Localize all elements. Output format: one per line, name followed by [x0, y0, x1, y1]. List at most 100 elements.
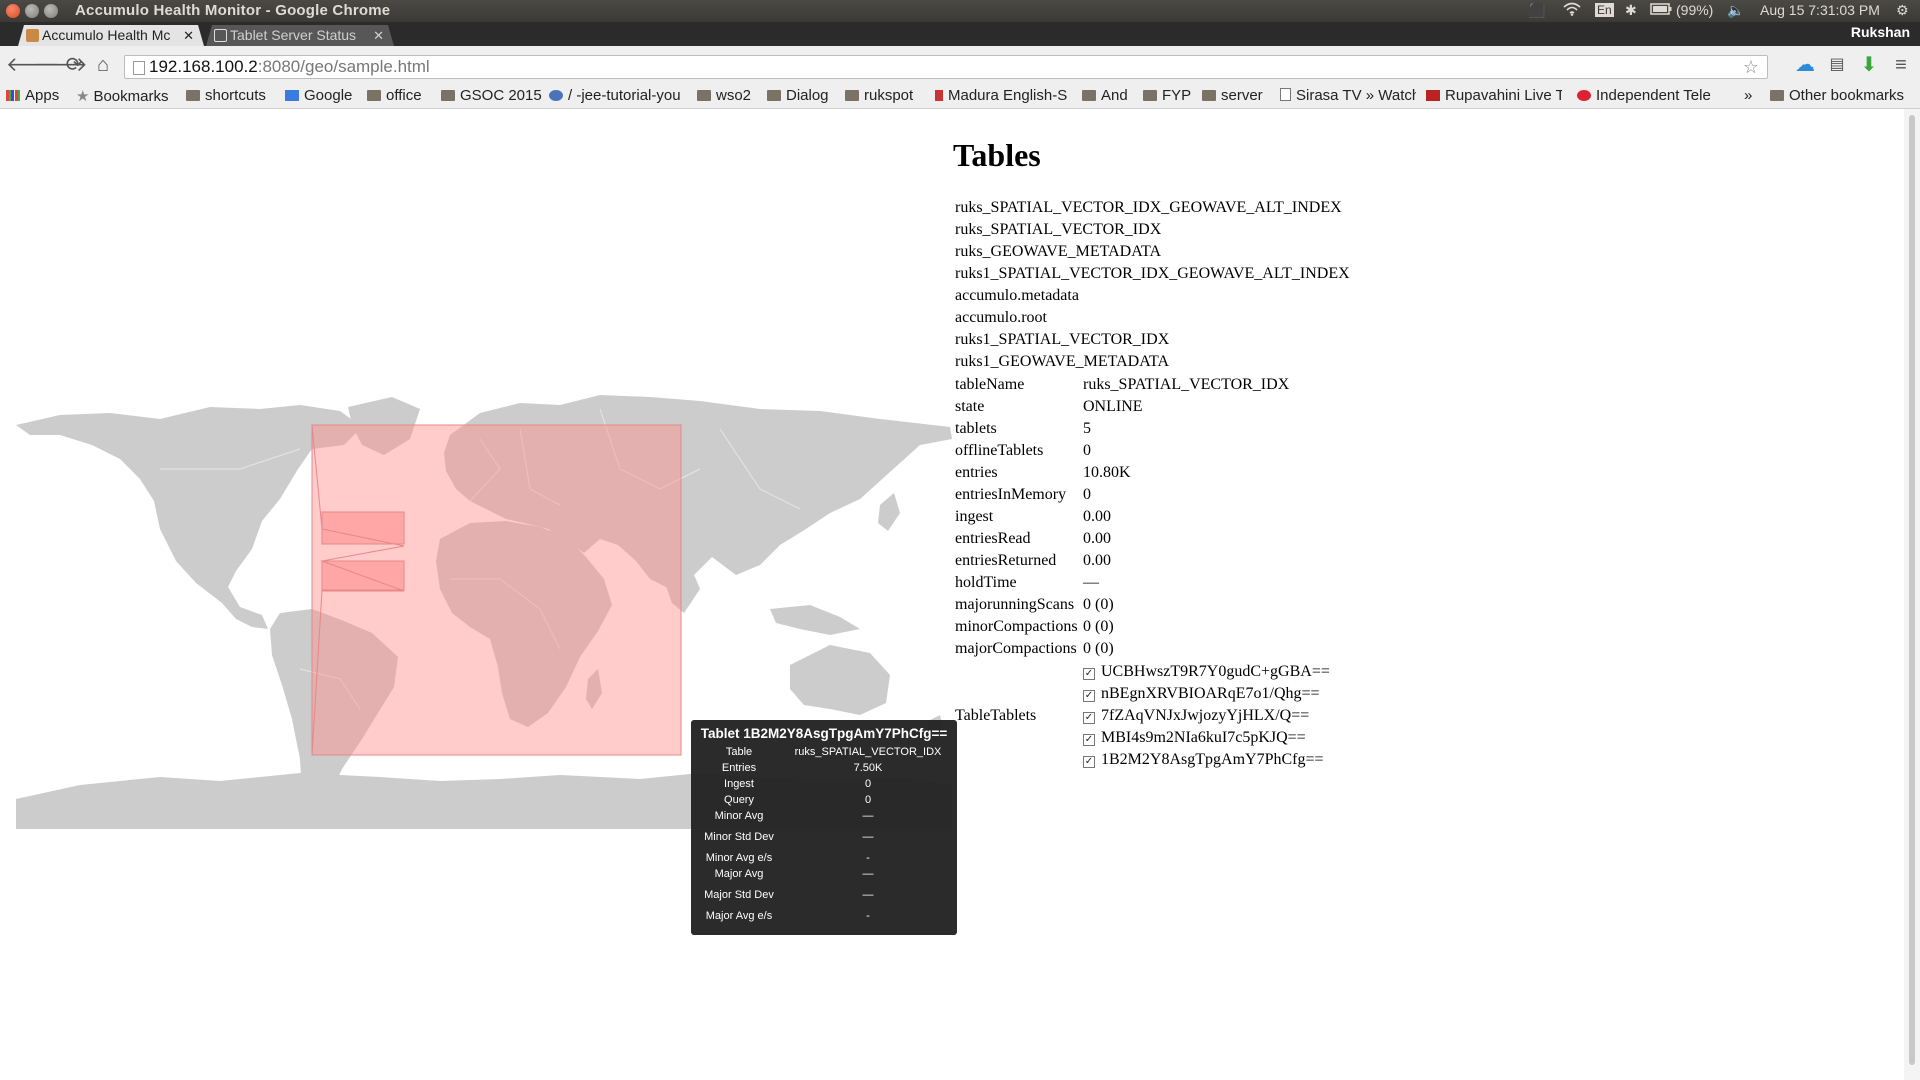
bookmark-star-icon[interactable]: ☆	[1743, 56, 1759, 78]
tablet-checkbox[interactable]: ✓	[1083, 712, 1095, 724]
folder-icon	[367, 90, 381, 101]
detail-row: ingest 0.00	[953, 506, 1332, 528]
detail-row: majorunningScans 0 (0)	[953, 594, 1332, 616]
bookmark-folder-shortcuts[interactable]: shortcuts	[186, 87, 266, 104]
apps-grid-icon	[6, 90, 20, 101]
bookmark-google[interactable]: Google	[285, 87, 352, 104]
folder-icon	[1143, 90, 1157, 101]
tablet-checkbox-item[interactable]: ✓ nBEgnXRVBIOARqE7o1/Qhg==	[1083, 683, 1330, 705]
keyboard-layout-indicator[interactable]: En	[1595, 3, 1614, 17]
bookmark-folder-rukspot[interactable]: rukspot	[845, 87, 913, 104]
battery-tray-icon[interactable]	[1650, 2, 1672, 18]
bookmarks-bar: Apps ★ Bookmarks shortcuts Google office …	[0, 84, 1920, 109]
bookmark-jee-tutorial[interactable]: / -jee-tutorial-you	[549, 87, 683, 104]
table-list-item[interactable]: ruks1_GEOWAVE_METADATA	[955, 351, 1350, 373]
table-list-item[interactable]: ruks_GEOWAVE_METADATA	[955, 241, 1350, 263]
bluetooth-tray-icon[interactable]: ✱	[1625, 2, 1637, 19]
detail-value: 0.00	[1083, 508, 1111, 525]
bookmark-folder-office[interactable]: office	[367, 87, 422, 104]
clock[interactable]: Aug 15 7:31:03 PM	[1760, 2, 1880, 18]
table-list-item[interactable]: ruks_SPATIAL_VECTOR_IDX	[955, 219, 1350, 241]
tab-close-icon[interactable]: ✕	[183, 25, 194, 46]
tablet-checkbox[interactable]: ✓	[1083, 756, 1095, 768]
north-america-landmass	[16, 405, 362, 629]
download-arrow-icon[interactable]: ⬇	[1858, 54, 1880, 76]
bookmark-folder-and[interactable]: And	[1082, 87, 1128, 104]
wifi-tray-icon[interactable]	[1563, 2, 1581, 19]
table-list-item[interactable]: ruks_SPATIAL_VECTOR_IDX_GEOWAVE_ALT_INDE…	[955, 197, 1350, 219]
home-icon[interactable]: ⌂	[92, 54, 114, 76]
bookmark-folder-gsoc-2015[interactable]: GSOC 2015	[441, 87, 542, 104]
window-minimize-button[interactable]	[25, 4, 39, 18]
bookmark-folder-wso2[interactable]: wso2	[697, 87, 751, 104]
detail-value: 0 (0)	[1083, 640, 1114, 657]
detail-key: majorCompactions	[955, 640, 1077, 657]
volume-tray-icon[interactable]: 🔈	[1727, 2, 1744, 19]
bookmark-independent-tele[interactable]: Independent Tele	[1577, 87, 1717, 104]
tooltip-value: —	[862, 889, 874, 901]
tablet-checkbox[interactable]: ✓	[1083, 668, 1095, 680]
tablet-checkbox-item[interactable]: ✓ MBI4s9m2NIa6kuI7c5pKJQ==	[1083, 727, 1330, 749]
tab-label: Tablet Server Status	[230, 27, 357, 43]
page-info-icon[interactable]	[133, 61, 145, 75]
settings-gear-icon[interactable]: ⚙	[1896, 2, 1909, 19]
window-maximize-button[interactable]	[44, 4, 58, 18]
site-favicon-icon	[1577, 90, 1591, 101]
table-list-item[interactable]: ruks1_SPATIAL_VECTOR_IDX	[955, 329, 1350, 351]
cloud-extension-icon[interactable]: ☁	[1794, 54, 1816, 76]
bookmarks-overflow-chevron[interactable]: »	[1744, 87, 1752, 104]
extension-icon[interactable]: ▤	[1826, 54, 1848, 76]
address-bar[interactable]: 192.168.100.2:8080/geo/sample.html ☆	[124, 55, 1768, 79]
folder-icon	[1082, 90, 1096, 101]
forward-arrow-icon[interactable]: 🡒	[34, 54, 88, 76]
japan-landmass	[878, 493, 900, 531]
tablet-checkbox[interactable]: ✓	[1083, 690, 1095, 702]
detail-value: 0.00	[1083, 530, 1111, 547]
bookmark-sirasa-tv[interactable]: Sirasa TV » Watch	[1280, 87, 1416, 104]
bookmark-folder-other-bookmarks[interactable]: Other bookmarks	[1770, 87, 1904, 104]
bookmark-folder-fyp[interactable]: FYP	[1143, 87, 1191, 104]
window-close-button[interactable]	[6, 4, 20, 18]
detail-row: entriesInMemory 0	[953, 484, 1332, 506]
tooltip-label: Table	[725, 746, 753, 758]
detail-value: 10.80K	[1083, 464, 1131, 481]
table-detail: tableName ruks_SPATIAL_VECTOR_IDX state ON…	[953, 374, 1332, 772]
detail-value: ruks_SPATIAL_VECTOR_IDX	[1083, 376, 1290, 393]
scrollbar-thumb[interactable]	[1909, 115, 1915, 1065]
detail-key: offlineTablets	[955, 442, 1044, 459]
bookmark-madura-english[interactable]: Madura English-S	[935, 87, 1071, 104]
tab-accumulo-health-monitor[interactable]: Accumulo Health Mc ✕	[18, 25, 204, 46]
bookmark-rupavahini-live[interactable]: Rupavahini Live T	[1426, 87, 1562, 104]
bookmark-apps[interactable]: Apps	[6, 87, 59, 104]
tab-close-icon[interactable]: ✕	[373, 25, 384, 46]
bookmark-bookmarks[interactable]: ★ Bookmarks	[76, 87, 168, 105]
profile-user-badge[interactable]: Rukshan	[1851, 24, 1910, 40]
site-favicon-icon	[549, 90, 563, 101]
tablet-checkbox[interactable]: ✓	[1083, 734, 1095, 746]
detail-row: holdTime —	[953, 572, 1332, 594]
detail-value: 0	[1083, 442, 1091, 459]
tooltip-row: Minor Avg e/s -	[695, 850, 953, 866]
tab-tablet-server-status[interactable]: Tablet Server Status ✕	[206, 25, 394, 46]
tablet-checkbox-item[interactable]: ✓ 1B2M2Y8AsgTpgAmY7PhCfg==	[1083, 749, 1330, 771]
tooltip-label: Major Avg	[714, 868, 764, 880]
tablet-checkbox-item[interactable]: ✓ 7fZAqVNJxJwjozyYjHLX/Q==	[1083, 705, 1330, 727]
back-arrow-icon[interactable]: 🡐	[6, 54, 60, 76]
table-list-item[interactable]: ruks1_SPATIAL_VECTOR_IDX_GEOWAVE_ALT_IND…	[955, 263, 1350, 285]
table-list-item[interactable]: accumulo.metadata	[955, 285, 1350, 307]
dropbox-tray-icon[interactable]: ⬛	[1528, 2, 1545, 19]
reload-icon[interactable]: ⟳	[63, 54, 85, 76]
chrome-menu-icon[interactable]: ≡	[1890, 54, 1912, 76]
bookmark-folder-dialog[interactable]: Dialog	[767, 87, 829, 104]
detail-key: minorCompactions	[955, 618, 1078, 635]
tooltip-value: 0	[864, 778, 872, 790]
bookmark-folder-server[interactable]: server	[1202, 87, 1263, 104]
tablet-extent-box[interactable]	[321, 511, 405, 545]
tab-strip: Accumulo Health Mc ✕ Tablet Server Statu…	[0, 22, 1920, 46]
url-path: :8080/geo/sample.html	[257, 57, 430, 76]
vertical-scrollbar[interactable]	[1904, 109, 1920, 1080]
tablet-checkbox-item[interactable]: ✓ UCBHwszT9R7Y0gudC+gGBA==	[1083, 661, 1330, 683]
window-title-bar: Accumulo Health Monitor - Google Chrome …	[0, 0, 1920, 22]
table-list-item[interactable]: accumulo.root	[955, 307, 1350, 329]
tablet-id: 7fZAqVNJxJwjozyYjHLX/Q==	[1101, 707, 1310, 724]
